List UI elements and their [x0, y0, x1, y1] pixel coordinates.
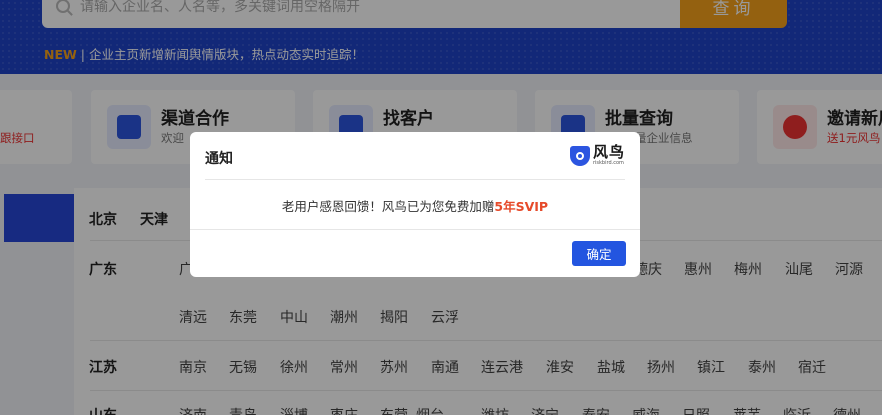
notification-dialog: 通知 风鸟 riskbird.com 老用户感恩回馈！风鸟已为您免费加赠5年SV… — [190, 132, 640, 277]
brand-url: riskbird.com — [592, 160, 624, 166]
divider — [205, 179, 625, 180]
brand-logo: 风鸟 riskbird.com — [569, 143, 625, 166]
brand-name: 风鸟 — [592, 143, 625, 161]
divider — [190, 229, 640, 230]
message-text: 老用户感恩回馈！风鸟已为您免费加赠 — [281, 199, 495, 214]
fengniao-logo-icon — [569, 145, 590, 166]
message-highlight: 5年SVIP — [494, 199, 549, 214]
dialog-message: 老用户感恩回馈！风鸟已为您免费加赠5年SVIP — [190, 196, 640, 215]
confirm-button[interactable]: 确定 — [572, 241, 626, 266]
dialog-title: 通知 — [205, 151, 233, 167]
